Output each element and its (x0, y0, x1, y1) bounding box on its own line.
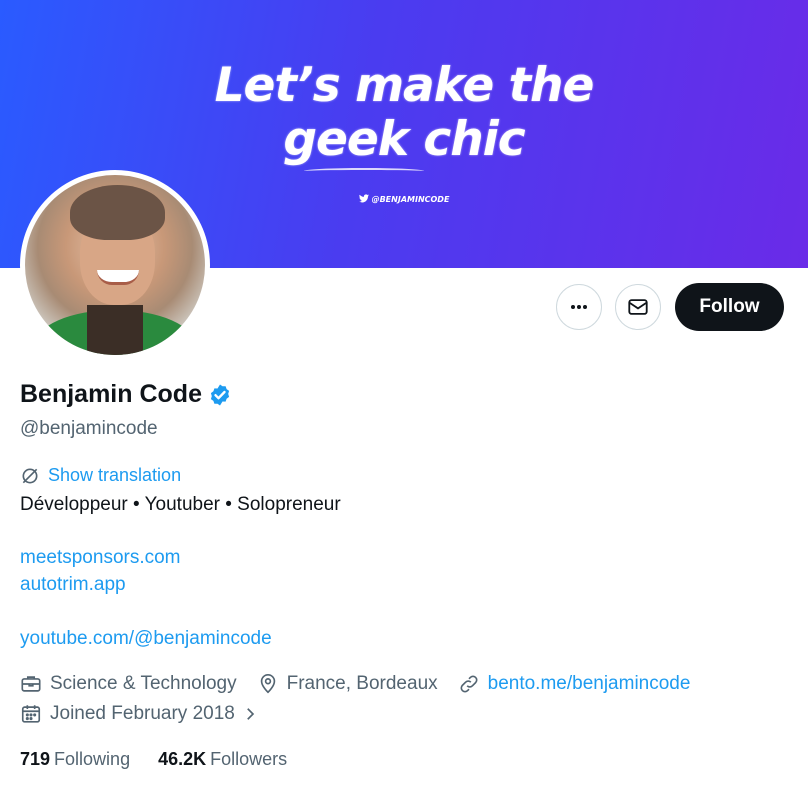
avatar-shirt (87, 305, 143, 355)
following-stat[interactable]: 719 Following (20, 749, 130, 770)
following-count: 719 (20, 749, 51, 769)
profile-handle: @benjamincode (20, 418, 158, 439)
briefcase-icon (21, 676, 41, 692)
banner-handle-text: @BENJAMINCODE (371, 195, 450, 204)
profile-category-label: Science & Technology (50, 673, 237, 694)
profile-joined-row[interactable]: Joined February 2018 (20, 703, 259, 725)
following-label: Following (54, 749, 131, 769)
more-horizontal-icon (571, 305, 587, 309)
message-button[interactable] (615, 284, 661, 330)
link-icon (460, 675, 478, 693)
bio-link-autotrim[interactable]: autotrim.app (20, 574, 126, 596)
profile-website-link[interactable]: bento.me/benjamincode (488, 673, 691, 695)
avatar-hair (70, 185, 165, 240)
profile-category: Science & Technology (20, 673, 237, 695)
profile-website[interactable]: bento.me/benjamincode (458, 673, 691, 695)
translate-icon (22, 468, 38, 483)
show-translation-label: Show translation (48, 465, 182, 485)
banner-underline (304, 168, 424, 174)
profile-bio: Développeur • Youtuber • Solopreneur (20, 494, 341, 515)
profile-joined-label: Joined February 2018 (50, 703, 235, 724)
banner-headline-line2: geek chic (283, 112, 525, 167)
twitter-bird-icon (358, 194, 369, 203)
followers-label: Followers (210, 749, 288, 769)
verified-badge-icon[interactable] (208, 383, 232, 407)
show-translation-link[interactable]: Show translation (20, 465, 181, 486)
chevron-right-icon (247, 708, 255, 720)
followers-count: 46.2K (158, 749, 207, 769)
location-pin-icon (260, 674, 275, 694)
banner-headline-line1: Let’s make the (214, 58, 595, 113)
envelope-icon (628, 299, 648, 315)
profile-stats: 719 Following 46.2K Followers (20, 749, 315, 770)
calendar-icon (21, 705, 41, 723)
profile-avatar[interactable] (20, 170, 210, 360)
profile-name: Benjamin Code (20, 380, 202, 408)
follow-button[interactable]: Follow (675, 283, 784, 331)
profile-name-row: Benjamin Code (20, 380, 232, 409)
avatar-photo (25, 175, 205, 355)
profile-location: France, Bordeaux (257, 673, 438, 695)
more-options-button[interactable] (556, 284, 602, 330)
profile-location-label: France, Bordeaux (286, 673, 438, 694)
bio-link-youtube[interactable]: youtube.com/@benjamincode (20, 628, 272, 650)
bio-link-meetsponsors[interactable]: meetsponsors.com (20, 547, 181, 569)
followers-stat[interactable]: 46.2K Followers (158, 749, 287, 770)
profile-meta-row: Science & Technology France, Bordeaux be… (20, 673, 710, 695)
